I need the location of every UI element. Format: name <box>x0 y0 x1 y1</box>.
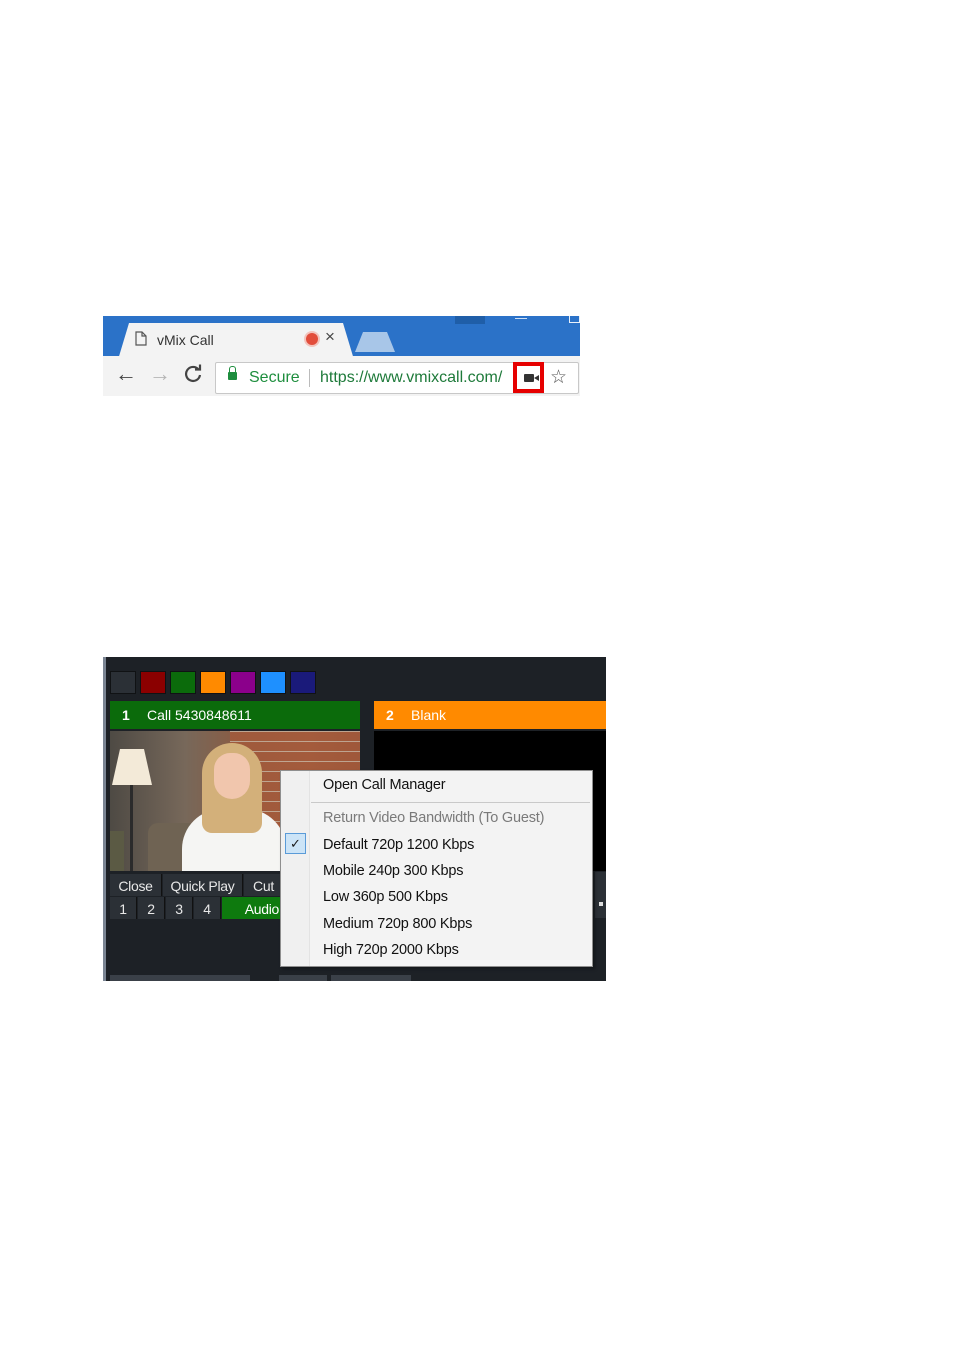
input-2-controls-edge <box>595 872 606 918</box>
input-1-header[interactable]: 1 Call 5430848611 <box>110 701 360 729</box>
context-menu: Open Call Manager Return Video Bandwidth… <box>280 770 593 967</box>
bottom-bar <box>110 975 250 981</box>
menu-item-open-call-manager[interactable]: Open Call Manager <box>323 777 446 801</box>
back-button[interactable]: ← <box>115 363 137 385</box>
close-button[interactable]: Close <box>110 874 162 896</box>
overlay-1-button[interactable]: 1 <box>110 897 137 919</box>
browser-toolbar: ← → Secure https://www.vmixcall.com/ ☆ <box>103 356 580 396</box>
vmix-window: 1 Call 5430848611 2 Blank Close Quick Pl… <box>103 657 606 981</box>
color-swatch[interactable] <box>260 671 286 694</box>
guest-face <box>214 753 250 799</box>
address-bar[interactable]: Secure https://www.vmixcall.com/ ☆ <box>215 362 579 394</box>
plant <box>110 831 124 871</box>
menu-item-medium-720p[interactable]: Medium 720p 800 Kbps <box>323 916 472 940</box>
color-swatch[interactable] <box>290 671 316 694</box>
star-icon[interactable]: ☆ <box>550 366 567 389</box>
lock-icon <box>228 366 237 380</box>
menu-item-default-720p[interactable]: Default 720p 1200 Kbps <box>323 837 474 861</box>
lamp <box>112 749 152 785</box>
quick-play-button[interactable]: Quick Play <box>163 874 243 896</box>
overlay-4-button[interactable]: 4 <box>194 897 221 919</box>
forward-button[interactable]: → <box>149 363 171 385</box>
minimize-button[interactable] <box>515 318 527 319</box>
overlay-2-button[interactable]: 2 <box>138 897 165 919</box>
input-name: Call 5430848611 <box>147 707 252 723</box>
menu-separator <box>311 802 590 803</box>
camera-icon <box>524 374 539 382</box>
color-swatch[interactable] <box>170 671 196 694</box>
color-swatch[interactable] <box>140 671 166 694</box>
cut-button[interactable]: Cut <box>244 874 284 896</box>
bottom-bar <box>331 975 411 981</box>
input-name: Blank <box>411 707 447 723</box>
color-swatch[interactable] <box>110 671 136 694</box>
page-icon <box>135 331 147 351</box>
menu-item-high-720p[interactable]: High 720p 2000 Kbps <box>323 942 459 966</box>
menu-item-mobile-240p[interactable]: Mobile 240p 300 Kbps <box>323 863 464 887</box>
menu-section-header: Return Video Bandwidth (To Guest) <box>323 810 545 826</box>
color-swatch[interactable] <box>200 671 226 694</box>
recording-dot-icon <box>306 333 318 345</box>
url-text[interactable]: https://www.vmixcall.com/ <box>320 369 512 387</box>
color-swatch[interactable] <box>230 671 256 694</box>
audio-button[interactable]: Audio <box>222 897 284 919</box>
bottom-bar <box>279 975 327 981</box>
reload-button[interactable] <box>183 363 203 388</box>
address-separator <box>309 369 310 387</box>
menu-gutter <box>281 771 310 966</box>
menu-item-low-360p[interactable]: Low 360p 500 Kbps <box>323 889 448 913</box>
window-control-area <box>455 316 485 324</box>
camera-permission-button[interactable] <box>513 362 544 393</box>
input-2-header[interactable]: 2 Blank <box>374 701 606 729</box>
input-number: 2 <box>386 707 394 723</box>
secure-label: Secure <box>249 369 300 386</box>
maximize-button[interactable] <box>569 316 580 323</box>
tab-close-button[interactable]: × <box>325 327 335 347</box>
input-number: 1 <box>122 707 130 723</box>
browser-window: vMix Call × ← → Secure https://www.vmixc… <box>103 316 580 396</box>
new-tab-button[interactable] <box>355 332 395 352</box>
tab-title: vMix Call <box>157 332 214 348</box>
window-edge <box>103 657 106 981</box>
lamp-pole <box>130 785 133 871</box>
overlay-3-button[interactable]: 3 <box>166 897 193 919</box>
check-icon: ✓ <box>285 833 306 854</box>
